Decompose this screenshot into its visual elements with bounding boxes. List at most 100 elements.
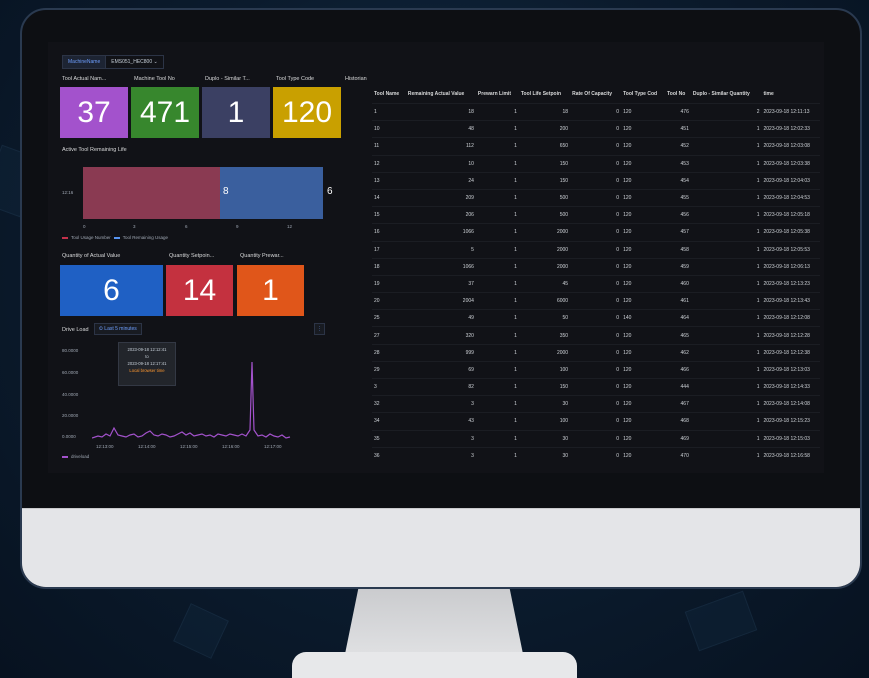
stat-tool-type-code: 120 — [273, 87, 341, 138]
column-header[interactable]: Prewarn Limit — [476, 85, 519, 104]
table-cell: 25 — [372, 309, 406, 327]
column-header[interactable]: Remaining Actual Value — [406, 85, 476, 104]
table-cell: 1 — [690, 343, 762, 362]
monitor-frame: MachineName EMS051_HEC800 ⌄ Tool Actual … — [20, 8, 862, 589]
table-row: 35 3 1 30 0 120 469 1 2023-09-18 12:15:03 — [372, 429, 820, 448]
variable-selector[interactable]: MachineName EMS051_HEC800 ⌄ — [62, 55, 164, 69]
table-cell: 1 — [475, 137, 519, 156]
table-cell: 120 — [621, 377, 666, 396]
panel-menu-button[interactable]: ⋮ — [314, 323, 325, 335]
table-cell: 3 — [372, 377, 406, 396]
table-cell: 457 — [665, 223, 691, 241]
background-tile — [684, 590, 758, 652]
table-cell: 0 — [570, 188, 622, 207]
table-cell: 112 — [405, 137, 476, 156]
table-cell: 15 — [372, 206, 406, 224]
table-cell: 120 — [621, 188, 666, 207]
table-cell: 150 — [518, 154, 571, 173]
table-cell: 0 — [570, 257, 622, 276]
time-range-tooltip: 2023-09-18 12:12:41 to 2023-09-18 12:17:… — [118, 342, 176, 386]
variable-value-dropdown[interactable]: EMS051_HEC800 ⌄ — [106, 55, 164, 69]
table-cell: 50 — [518, 309, 571, 327]
column-header[interactable]: Rate Of Capacity — [570, 85, 621, 104]
table-cell: 2023-09-18 12:12:28 — [761, 326, 820, 345]
table-cell: 320 — [405, 326, 476, 345]
drive-load-legend[interactable]: driveload — [62, 454, 89, 459]
table-cell: 1 — [475, 154, 519, 173]
table-cell: 1 — [690, 120, 762, 138]
table-cell: 17 — [372, 240, 406, 259]
stat-tool-actual-name: 37 — [60, 87, 128, 138]
background-tile — [173, 603, 229, 659]
table-cell: 999 — [405, 343, 476, 362]
table-cell: 2023-09-18 12:04:03 — [761, 171, 820, 190]
table-cell: 10 — [405, 154, 476, 173]
table-cell: 120 — [621, 120, 666, 138]
column-header[interactable]: Tool No — [665, 85, 691, 104]
table-cell: 0 — [570, 292, 622, 310]
drive-load-title: Drive Load — [62, 327, 89, 333]
table-row: 25 49 1 50 0 140 464 1 2023-09-18 12:12:08 — [372, 309, 820, 327]
table-cell: 451 — [665, 120, 691, 138]
table-cell: 0 — [570, 429, 622, 448]
table-cell: 350 — [518, 326, 571, 345]
table-cell: 468 — [665, 412, 691, 431]
table-cell: 2023-09-18 12:03:38 — [761, 154, 820, 173]
table-cell: 120 — [621, 292, 666, 310]
time-range-button[interactable]: ⏲ Last 5 minutes — [94, 323, 142, 335]
table-cell: 0 — [570, 377, 622, 396]
table-cell: 120 — [621, 102, 666, 121]
column-header[interactable]: Duplo - Similar Quantity — [691, 85, 762, 104]
table-cell: 1 — [690, 292, 762, 310]
table-cell: 458 — [665, 240, 691, 259]
table-cell: 120 — [621, 171, 666, 190]
table-row: 29 69 1 100 0 120 466 1 2023-09-18 12:13:03 — [372, 360, 820, 379]
table-cell: 120 — [621, 274, 666, 293]
table-row: 18 1066 1 2000 0 120 459 1 2023-09-18 12:06:13 — [372, 257, 820, 276]
x-tick: 12:15:00 — [180, 444, 198, 449]
table-cell: 49 — [405, 309, 476, 327]
table-cell: 3 — [405, 429, 476, 448]
table-cell: 3 — [405, 395, 476, 413]
legend-swatch-remaining — [113, 236, 120, 239]
x-tick: 6 — [185, 224, 188, 229]
table-cell: 0 — [570, 154, 622, 173]
table-cell: 1 — [690, 137, 762, 156]
table-cell: 1 — [475, 102, 519, 121]
table-cell: 32 — [372, 395, 406, 413]
table-cell: 0 — [570, 446, 622, 464]
table-cell: 2023-09-18 12:02:33 — [761, 120, 820, 138]
table-cell: 30 — [518, 429, 571, 448]
legend-swatch-driveload — [62, 455, 68, 458]
table-cell: 120 — [621, 326, 666, 345]
table-cell: 69 — [405, 360, 476, 379]
table-cell: 1 — [475, 171, 519, 190]
tooltip-to-label: to — [145, 354, 149, 359]
table-cell: 120 — [621, 257, 666, 276]
table-row: 28 999 1 2000 0 120 462 1 2023-09-18 12:12:38 — [372, 343, 820, 362]
stat-machine-tool-no: 471 — [131, 87, 199, 138]
table-cell: 29 — [372, 360, 406, 379]
stat-value: 1 — [262, 273, 279, 307]
table-cell: 455 — [665, 188, 691, 207]
table-cell: 2023-09-18 12:14:33 — [761, 377, 820, 396]
stat-title: Duplo - Similar T... — [205, 76, 250, 82]
table-row: 32 3 1 30 0 120 467 1 2023-09-18 12:14:08 — [372, 395, 820, 413]
dashboard-screen: MachineName EMS051_HEC800 ⌄ Tool Actual … — [48, 42, 824, 473]
column-header[interactable]: Tool Life Setpoin — [519, 85, 570, 104]
table-cell: 2000 — [518, 257, 571, 276]
table-cell: 1 — [475, 188, 519, 207]
table-cell: 2023-09-18 12:15:03 — [761, 429, 820, 448]
column-header[interactable]: Tool Name — [372, 85, 406, 104]
table-cell: 150 — [518, 171, 571, 190]
table-row: 17 5 1 2000 0 120 458 1 2023-09-18 12:05:53 — [372, 240, 820, 259]
table-row: 16 1066 1 2000 0 120 457 1 2023-09-18 12:05:38 — [372, 223, 820, 241]
table-cell: 452 — [665, 137, 691, 156]
table-cell: 45 — [518, 274, 571, 293]
table-cell: 30 — [518, 395, 571, 413]
table-cell: 0 — [570, 240, 622, 259]
x-tick: 12 — [287, 224, 293, 229]
column-header[interactable]: time — [762, 85, 821, 104]
table-cell: 2000 — [518, 343, 571, 362]
column-header[interactable]: Tool Type Cod — [621, 85, 665, 104]
